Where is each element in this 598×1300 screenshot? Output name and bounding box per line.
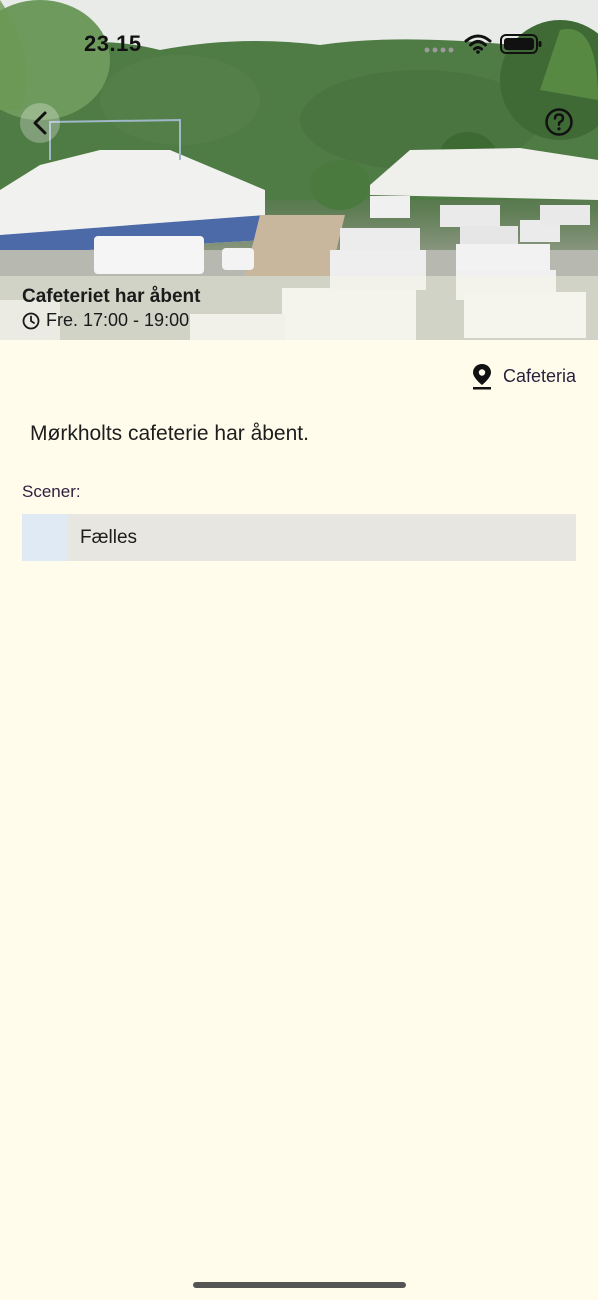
event-time: Fre. 17:00 - 19:00 <box>22 310 189 331</box>
scene-item[interactable]: Fælles <box>22 514 576 561</box>
home-indicator[interactable] <box>193 1282 406 1288</box>
location-link[interactable]: Cafeteria <box>471 362 576 390</box>
event-description: Mørkholts cafeterie har åbent. <box>30 422 309 445</box>
map-pin-icon <box>472 364 491 390</box>
chevron-left-icon <box>33 111 47 135</box>
back-button[interactable] <box>20 103 60 143</box>
event-title: Cafeteriet har åbent <box>22 286 201 307</box>
event-time-text: Fre. 17:00 - 19:00 <box>46 310 190 330</box>
signal-dots-icon <box>424 47 454 53</box>
battery-icon <box>500 34 542 54</box>
clock-icon <box>22 312 40 329</box>
status-time: 23.15 <box>84 31 142 56</box>
question-circle-icon <box>545 108 573 136</box>
location-label: Cafeteria <box>502 365 576 386</box>
scene-name: Fælles <box>80 526 138 548</box>
help-button[interactable] <box>544 107 574 137</box>
scenes-heading: Scener: <box>22 482 81 501</box>
hero-image: 23.15 Cafeteriet har åbent Fre. 17:00 - … <box>0 0 598 340</box>
wifi-icon <box>464 34 492 54</box>
scene-color-swatch <box>22 514 68 561</box>
